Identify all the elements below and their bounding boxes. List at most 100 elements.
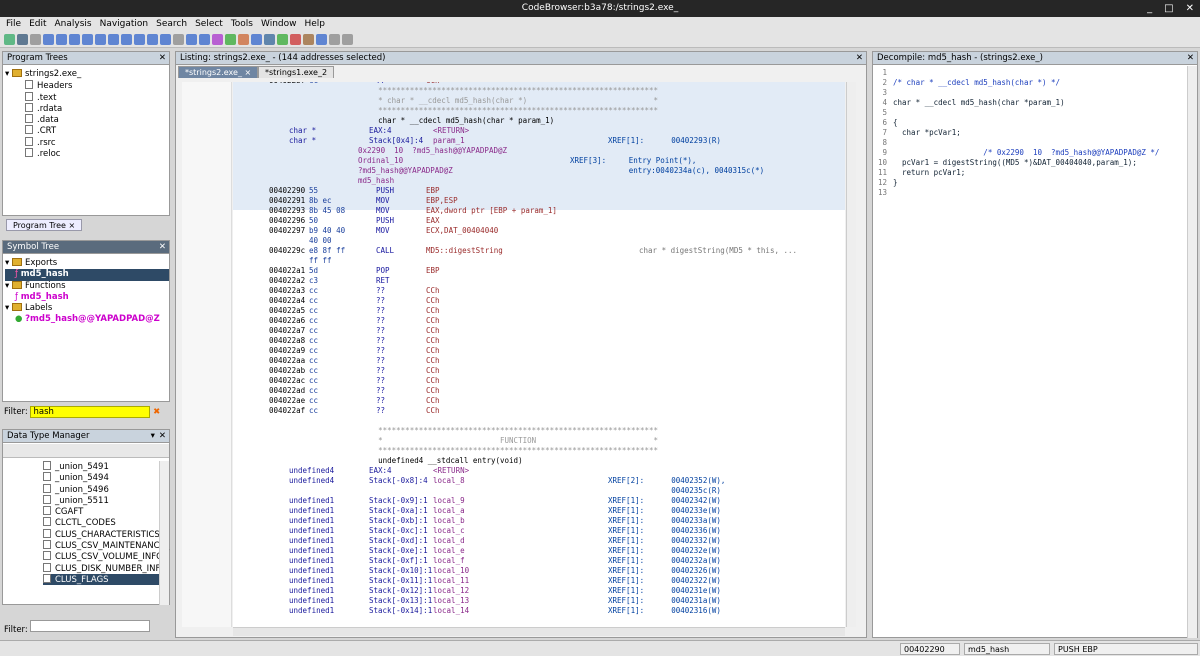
tree-item[interactable]: .rdata	[5, 102, 81, 114]
tree-root[interactable]: ▾ strings2.exe_	[5, 69, 81, 80]
code-line[interactable]: /* char * __cdecl md5_hash(char *) */	[893, 78, 1060, 88]
listing-row[interactable]: undefined1 Stack[-0x12]:1 local_12 XREF[1]:…	[233, 586, 845, 596]
dtm-scrollbar[interactable]	[159, 461, 169, 605]
toolbar-tool-icon[interactable]	[316, 34, 327, 45]
dtm-item[interactable]: CLUS_DISK_NUMBER_INFO	[43, 562, 167, 574]
close-icon[interactable]: ✕	[1187, 52, 1194, 64]
listing-row[interactable]: 004022a8 cc?? CCh	[233, 336, 845, 346]
listing-row[interactable]: 00402293 8b 45 08 MOV EAX,dword ptr [EBP + …	[233, 206, 845, 216]
menu-analysis[interactable]: Analysis	[55, 17, 92, 32]
menu-search[interactable]: Search	[156, 17, 187, 32]
listing-row[interactable]: 004022ab cc?? CCh	[233, 366, 845, 376]
tree-function-md5-hash[interactable]: ƒ md5_hash	[5, 292, 169, 303]
listing-row[interactable]: undefined1 Stack[-0x14]:1 local_14 XREF[1]:…	[233, 606, 845, 616]
listing-row[interactable]: 004022a2 c3 RET	[233, 276, 845, 286]
menu-help[interactable]: Help	[305, 17, 326, 32]
tree-item[interactable]: .text	[5, 91, 81, 103]
chevron-down-icon[interactable]: ▾	[151, 430, 155, 442]
dtm-item[interactable]: CLUS_CHARACTERISTICS	[43, 528, 160, 540]
listing-row[interactable]: 004022ae cc?? CCh	[233, 396, 845, 406]
listing-row[interactable]: 004022af cc?? CCh	[233, 406, 845, 416]
toolbar-tool-icon[interactable]	[264, 34, 275, 45]
listing-row[interactable]: 00402290 55 PUSH EBP	[233, 186, 845, 196]
code-line[interactable]: return pcVar1;	[893, 168, 965, 178]
close-icon[interactable]: ✕	[159, 52, 166, 64]
listing-row[interactable]: * char * __cdecl md5_hash(char *) *	[233, 96, 845, 106]
listing-row[interactable]: undefined4 EAX:4 <RETURN>	[233, 466, 845, 476]
toolbar-tool-icon[interactable]	[329, 34, 340, 45]
listing-row[interactable]: 00402291 8b ec MOV EBP,ESP	[233, 196, 845, 206]
dtm-item[interactable]: CLUS_CSV_VOLUME_INFO	[43, 551, 163, 562]
maximize-button[interactable]: □	[1164, 0, 1173, 17]
decompile-view[interactable]: 1 2 /* char * __cdecl md5_hash(char *) */ 3…	[875, 68, 1185, 628]
code-line[interactable]: char * __cdecl md5_hash(char *param_1)	[893, 98, 1065, 108]
toolbar-tool-icon[interactable]	[108, 34, 119, 45]
listing-row[interactable]: char * Stack[0x4]:4 param_1 XREF[1]: 004022…	[233, 136, 845, 146]
listing-row[interactable]: 004022a3 cc?? CCh	[233, 286, 845, 296]
toolbar-tool-icon[interactable]	[342, 34, 353, 45]
listing-scrollbar[interactable]	[846, 82, 856, 627]
listing-row[interactable]: 004022a7 cc?? CCh	[233, 326, 845, 336]
listing-row[interactable]: 0040229c e8 8f ff CALL MD5::digestString cha…	[233, 246, 845, 256]
dtm-item[interactable]: _union_5491	[43, 461, 159, 472]
listing-row[interactable]: 004022ad cc?? CCh	[233, 386, 845, 396]
toolbar-tool-icon[interactable]	[225, 34, 236, 45]
listing-row[interactable]: 00402297 b9 40 40 MOV ECX,DAT_00404040	[233, 226, 845, 236]
chevron-down-icon[interactable]: ▾	[5, 281, 12, 291]
toolbar-tool-icon[interactable]	[121, 34, 132, 45]
toolbar-tool-icon[interactable]	[186, 34, 197, 45]
listing-row[interactable]: ****************************************…	[233, 106, 845, 116]
chevron-down-icon[interactable]: ▾	[5, 69, 12, 79]
code-line[interactable]: pcVar1 = digestString((MD5 *)&DAT_004040…	[893, 158, 1137, 168]
toolbar-tool-icon[interactable]	[69, 34, 80, 45]
listing-row[interactable]: undefined4 __stdcall entry(void)	[233, 456, 845, 466]
tab-program-tree[interactable]: Program Tree ×	[6, 219, 83, 231]
minimize-button[interactable]: _	[1147, 0, 1152, 17]
listing-row[interactable]: char * __cdecl md5_hash(char * param_1)	[233, 116, 845, 126]
menu-tools[interactable]: Tools	[231, 17, 253, 32]
tree-item[interactable]: .data	[5, 114, 81, 125]
toolbar-tool-icon[interactable]	[43, 34, 54, 45]
listing-row[interactable]: md5_hash	[233, 176, 845, 186]
close-icon[interactable]: ✕	[159, 241, 166, 253]
dtm-item[interactable]: _union_5511	[43, 494, 159, 506]
listing-row[interactable]: undefined1 Stack[-0xc]:1 local_c XREF[1]: 0…	[233, 526, 845, 536]
toolbar-tool-icon[interactable]	[251, 34, 262, 45]
clear-filter-icon[interactable]: ✖	[153, 407, 160, 417]
symbol-filter-input[interactable]: hash	[30, 406, 151, 418]
listing-row[interactable]: undefined1 Stack[-0xe]:1 local_e XREF[1]: 0…	[233, 546, 845, 556]
toolbar-tool-icon[interactable]	[212, 34, 223, 45]
dtm-item[interactable]: CLCTL_CODES	[43, 517, 159, 528]
tree-functions[interactable]: ▾ Functions	[5, 280, 169, 292]
code-line[interactable]: /* 0x2290 10 ?md5_hash@@YAPADPAD@Z */	[893, 148, 1159, 158]
toolbar-tool-icon[interactable]	[199, 34, 210, 45]
listing-row[interactable]: undefined1 Stack[-0xf]:1 local_f XREF[1]: 0…	[233, 556, 845, 566]
toolbar-tool-icon[interactable]	[95, 34, 106, 45]
dtm-item[interactable]: _union_5496	[43, 483, 159, 495]
listing-row[interactable]: 00402296 50 PUSH EAX	[233, 216, 845, 226]
listing-row[interactable]: ff ff	[233, 256, 845, 266]
listing-row[interactable]: ****************************************…	[233, 86, 845, 96]
chevron-down-icon[interactable]: ▾	[5, 303, 12, 313]
listing-row[interactable]	[233, 416, 845, 426]
toolbar-tool-icon[interactable]	[160, 34, 171, 45]
toolbar-tool-icon[interactable]	[147, 34, 158, 45]
code-line[interactable]: {	[893, 118, 898, 128]
tree-labels[interactable]: ▾ Labels	[5, 303, 169, 314]
toolbar-tool-icon[interactable]	[290, 34, 301, 45]
tree-exports[interactable]: ▾ Exports	[5, 258, 169, 269]
toolbar-tool-icon[interactable]	[56, 34, 67, 45]
listing-row[interactable]: ?md5_hash@@YAPADPAD@Z entry:0040234a(c),…	[233, 166, 845, 176]
listing-row[interactable]: undefined4 Stack[-0x8]:4 local_8 XREF[2]: 0…	[233, 476, 845, 486]
tree-export-md5-hash[interactable]: ƒ md5_hash	[5, 269, 169, 281]
listing-row[interactable]: undefined1 Stack[-0xa]:1 local_a XREF[1]: 0…	[233, 506, 845, 516]
tab-strings1[interactable]: *strings1.exe_2	[258, 66, 335, 78]
listing-row[interactable]: char * EAX:4 <RETURN>	[233, 126, 845, 136]
listing-row[interactable]: ****************************************…	[233, 446, 845, 456]
toolbar-tool-icon[interactable]	[17, 34, 28, 45]
listing-row[interactable]: 0x2290 10 ?md5_hash@@YAPADPAD@Z	[233, 146, 845, 156]
menu-edit[interactable]: Edit	[29, 17, 46, 32]
listing-row[interactable]: * FUNCTION *	[233, 436, 845, 446]
toolbar-tool-icon[interactable]	[173, 34, 184, 45]
listing-hscrollbar[interactable]	[233, 627, 845, 636]
